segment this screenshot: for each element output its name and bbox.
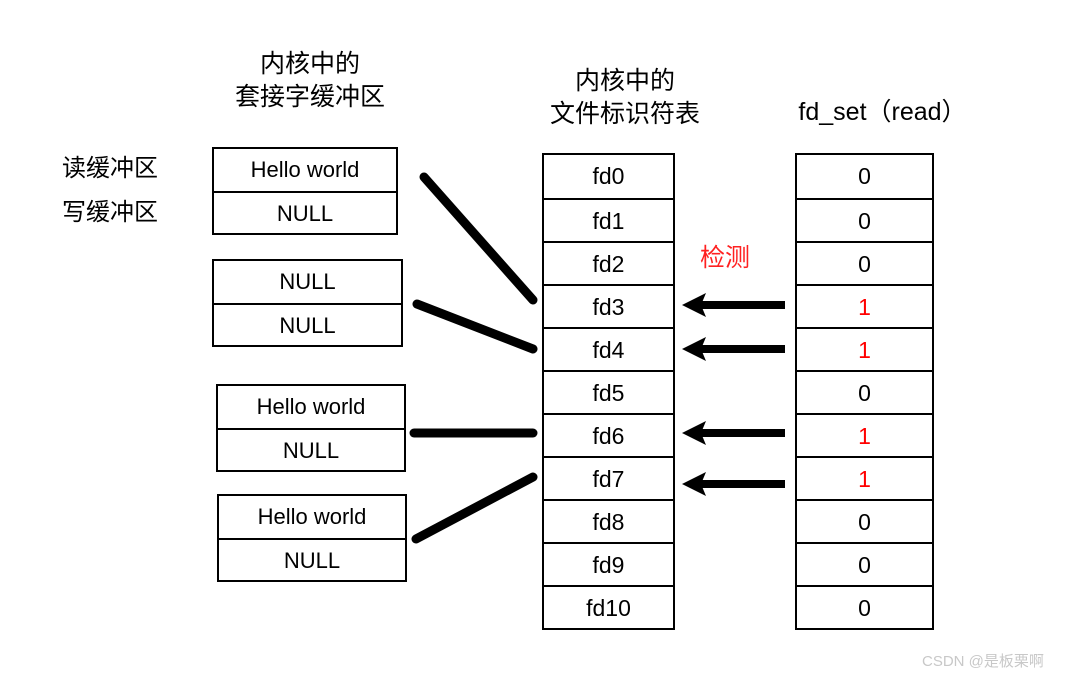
fd-set-bit: 0: [797, 370, 932, 413]
socket-read-cell: Hello world: [257, 504, 367, 529]
socket-read-cell: Hello world: [256, 394, 366, 419]
label-read-buffer: 读缓冲区: [62, 155, 158, 182]
detect-arrow-fd4: [682, 337, 785, 361]
fd-table-row: fd4: [544, 327, 673, 370]
fd-set-bit: 0: [858, 163, 871, 189]
connector-line-socket1: [412, 299, 538, 354]
fd-set-bit: 1: [797, 456, 932, 499]
socket-write-cell: NULL: [214, 303, 401, 345]
fd-table-row: fd6: [544, 413, 673, 456]
fd-table-row: fd2: [544, 241, 673, 284]
diagram-canvas: 内核中的 套接字缓冲区 内核中的 文件标识符表 fd_set（read） 读缓冲…: [0, 0, 1079, 680]
fd-set-bit: 1: [797, 284, 932, 327]
fd-table-row: fd9: [544, 542, 673, 585]
fd-set-bit: 1: [797, 327, 932, 370]
fd-table-row: fd0: [592, 163, 625, 189]
fd-set-bit: 0: [797, 241, 932, 284]
fd-set-bit: 0: [797, 542, 932, 585]
annotation-detect-label: 检测: [700, 244, 751, 272]
detect-arrow-fd3: [682, 293, 785, 317]
socket-buffer-box: Hello world NULL: [212, 147, 398, 235]
fd-set-table: 0 0 0 1 1 0 1 1 0 0 0: [795, 153, 934, 630]
socket-write-cell: NULL: [219, 538, 405, 580]
detect-arrow-fd6: [682, 421, 785, 445]
socket-buffer-box: Hello world NULL: [217, 494, 407, 582]
heading-socket-buffer: 内核中的 套接字缓冲区: [234, 50, 385, 111]
fd-table-row: fd1: [544, 198, 673, 241]
watermark: CSDN @是板栗啊: [922, 653, 1044, 670]
fd-set-bit: 1: [797, 413, 932, 456]
heading-fd-table: 内核中的 文件标识符表: [549, 67, 700, 128]
fd-table: fd0 fd1 fd2 fd3 fd4 fd5 fd6 fd7 fd8 fd9 …: [542, 153, 675, 630]
detect-arrow-fd7: [682, 472, 785, 496]
heading-fd-set: fd_set（read）: [798, 98, 967, 126]
socket-buffer-box: NULL NULL: [212, 259, 403, 347]
connector-line-socket3: [411, 472, 538, 544]
socket-buffer-box: Hello world NULL: [216, 384, 406, 472]
fd-table-row: fd7: [544, 456, 673, 499]
fd-table-row: fd8: [544, 499, 673, 542]
fd-table-row: fd5: [544, 370, 673, 413]
socket-write-cell: NULL: [218, 428, 404, 470]
fd-table-row: fd3: [544, 284, 673, 327]
fd-set-bit: 0: [797, 585, 932, 628]
socket-read-cell: NULL: [279, 269, 336, 294]
connector-line-socket0: [419, 172, 538, 305]
fd-table-row: fd10: [544, 585, 673, 628]
socket-read-cell: Hello world: [250, 157, 360, 182]
fd-set-bit: 0: [797, 198, 932, 241]
socket-write-cell: NULL: [214, 191, 396, 233]
label-write-buffer: 写缓冲区: [62, 199, 158, 226]
fd-set-bit: 0: [797, 499, 932, 542]
